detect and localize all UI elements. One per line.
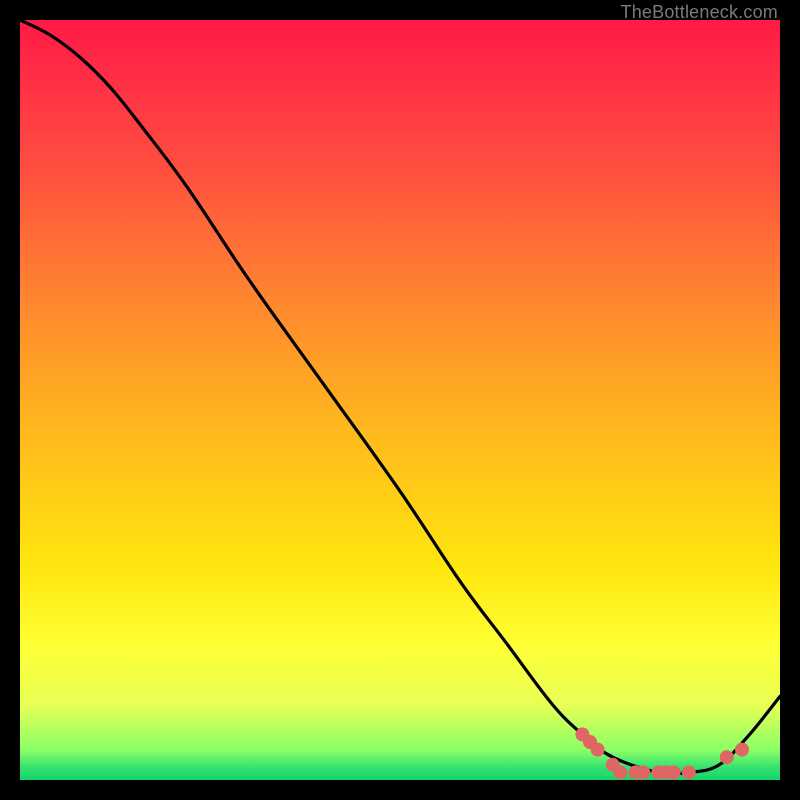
curve-marker (735, 743, 749, 757)
plot-wrap (20, 20, 780, 780)
curve-marker (636, 765, 650, 779)
curve-line (20, 20, 780, 774)
chart-svg (20, 20, 780, 780)
curve-markers (575, 727, 749, 779)
curve-marker (682, 765, 696, 779)
curve-marker (591, 743, 605, 757)
plot-area (20, 20, 780, 780)
curve-marker (720, 750, 734, 764)
chart-root: { "attribution": "TheBottleneck.com", "c… (0, 0, 800, 800)
curve-marker (667, 765, 681, 779)
curve-marker (613, 765, 627, 779)
